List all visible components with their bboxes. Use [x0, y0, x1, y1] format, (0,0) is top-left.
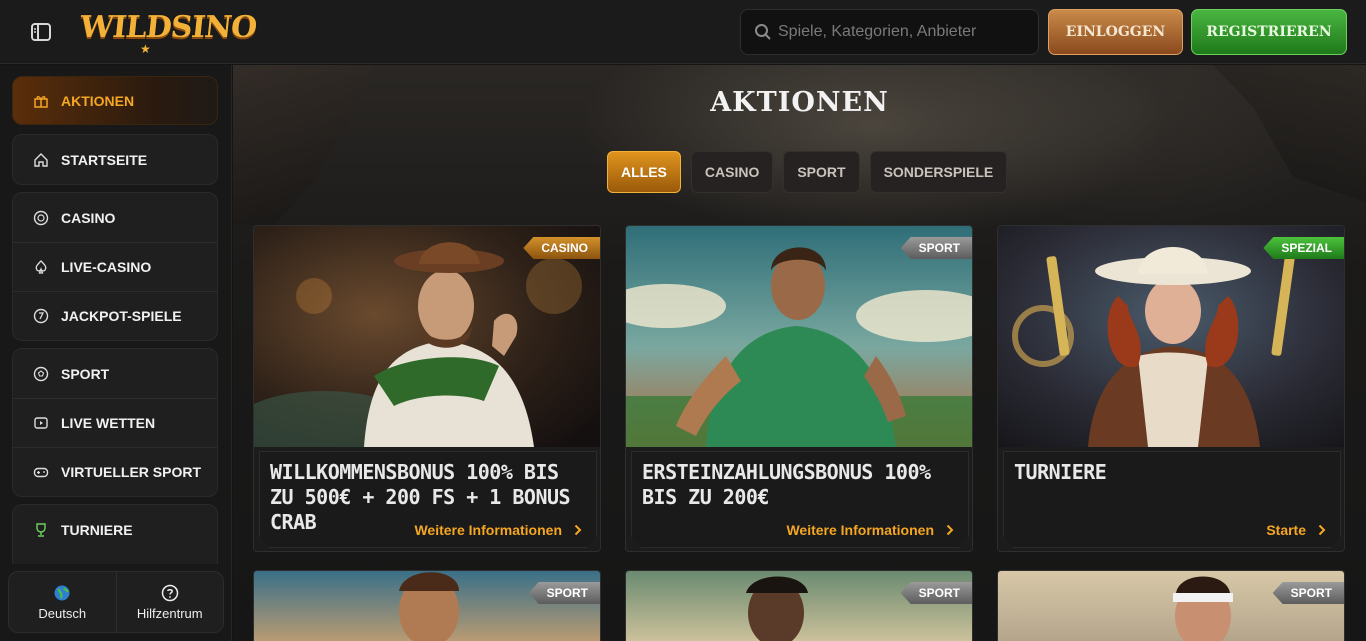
sidebar-item-live-wetten[interactable]: LIVE WETTEN	[13, 398, 217, 447]
sidebar-footer: Deutsch Hilfzentrum	[8, 571, 224, 633]
wildsino-logo[interactable]: WILDSINO ★	[78, 10, 258, 56]
sidebar-item-label: LIVE WETTEN	[61, 415, 156, 431]
sidebar-item-label: TURNIERE	[61, 521, 133, 538]
tennis-player-image	[1173, 576, 1233, 641]
page-title: AKTIONEN	[710, 87, 889, 118]
category-badge: SPORT	[900, 237, 972, 259]
category-badge: SPEZIAL	[1263, 237, 1344, 259]
register-button[interactable]: REGISTRIEREN	[1191, 9, 1347, 55]
chevron-right-icon	[574, 524, 582, 536]
promo-card[interactable]: SPORT	[253, 570, 601, 641]
nav-group-home: STARTSEITE	[12, 134, 218, 185]
sidebar-item-label: SPORT	[61, 365, 110, 382]
start-link[interactable]: Starte	[1266, 522, 1326, 538]
ball-icon	[33, 366, 49, 381]
sidebar: AKTIONEN STARTSEITE CASINO LIVE-CASINO J…	[0, 65, 232, 641]
nav-group-casino: CASINO LIVE-CASINO JACKPOT-SPIELE	[12, 192, 218, 341]
main-content: AKTIONEN ALLES CASINO SPORT SONDERSPIELE	[233, 65, 1366, 641]
help-icon	[161, 584, 178, 601]
cowboy-casino-image	[254, 226, 600, 461]
card-body: ERSTEINZAHLUNGSBONUS 100% BIS ZU 200€ We…	[631, 451, 969, 548]
category-badge: SPORT	[900, 582, 972, 604]
more-info-link[interactable]: Weitere Informationen	[786, 522, 954, 538]
card-title: ERSTEINZAHLUNGSBONUS 100% BIS ZU 200€	[642, 460, 931, 509]
promo-card[interactable]: SPEZIAL TURNIERE Starte	[997, 225, 1345, 552]
link-label: Starte	[1266, 522, 1306, 538]
gift-icon	[34, 95, 48, 108]
sidebar-item-sport[interactable]: SPORT	[13, 349, 217, 398]
sidebar-item-label: LIVE-CASINO	[61, 259, 152, 275]
help-label: Hilfzentrum	[136, 605, 203, 621]
cowgirl-revolver-image	[998, 226, 1344, 447]
sport-player-image	[399, 572, 459, 641]
sidebar-item-label: CASINO	[61, 209, 116, 226]
sidebar-item-casino[interactable]: CASINO	[13, 193, 217, 242]
filter-tab-alles[interactable]: ALLES	[607, 151, 681, 193]
sidebar-item-label: VIRTUELLER SPORT	[61, 464, 202, 480]
home-icon	[34, 152, 48, 167]
login-button[interactable]: EINLOGGEN	[1048, 9, 1183, 55]
search-box[interactable]	[740, 9, 1039, 55]
link-label: Weitere Informationen	[414, 522, 562, 538]
filter-tab-casino[interactable]: CASINO	[690, 151, 774, 193]
globe-icon	[54, 585, 70, 600]
sidebar-item-label: AKTIONEN	[61, 92, 135, 109]
category-badge: CASINO	[523, 237, 600, 259]
background-rock	[1213, 65, 1366, 205]
filter-tabs: ALLES CASINO SPORT SONDERSPIELE	[607, 151, 1008, 193]
sport-player-image	[746, 576, 808, 641]
filter-tab-sport[interactable]: SPORT	[783, 151, 860, 193]
card-body: TURNIERE Starte	[1003, 451, 1341, 548]
nav-group-turniere: TURNIERE	[12, 504, 218, 564]
language-label: Deutsch	[38, 605, 87, 621]
top-header: WILDSINO ★ EINLOGGEN REGISTRIEREN	[0, 0, 1366, 64]
card-body: WILLKOMMENSBONUS 100% BIS ZU 500€ + 200 …	[259, 451, 597, 548]
football-player-image	[626, 226, 972, 447]
nav-group-sport: SPORT LIVE WETTEN VIRTUELLER SPORT	[12, 348, 218, 497]
search-icon	[755, 24, 771, 40]
sidebar-item-jackpot-spiele[interactable]: JACKPOT-SPIELE	[13, 291, 217, 340]
trophy-icon	[36, 522, 46, 537]
logo-star-icon: ★	[140, 42, 151, 56]
sidebar-item-live-casino[interactable]: LIVE-CASINO	[13, 242, 217, 291]
promo-card[interactable]: CASINO WILLKOMMENSBONUS 100% BIS ZU 500€…	[253, 225, 601, 552]
promo-card[interactable]: SPORT	[997, 570, 1345, 641]
sidebar-item-aktionen[interactable]: AKTIONEN	[12, 76, 218, 125]
sidebar-toggle-icon[interactable]	[30, 21, 52, 43]
category-badge: SPORT	[1272, 582, 1344, 604]
help-center-button[interactable]: Hilfzentrum	[115, 572, 224, 632]
chip-icon	[33, 210, 49, 225]
language-button[interactable]: Deutsch	[9, 572, 116, 632]
promo-card[interactable]: SPORT	[625, 570, 973, 641]
sidebar-item-label: JACKPOT-SPIELE	[61, 308, 182, 324]
logo-text: WILDSINO	[78, 10, 258, 45]
sidebar-item-label: STARTSEITE	[61, 151, 148, 168]
more-info-link[interactable]: Weitere Informationen	[414, 522, 582, 538]
promo-card[interactable]: SPORT ERSTEINZAHLUNGSBONUS 100% BIS ZU 2…	[625, 225, 973, 552]
sidebar-item-virtueller-sport[interactable]: VIRTUELLER SPORT	[13, 447, 217, 496]
spade-icon	[35, 260, 47, 274]
link-label: Weitere Informationen	[786, 522, 934, 538]
chevron-right-icon	[946, 524, 954, 536]
category-badge: SPORT	[528, 582, 600, 604]
card-title: TURNIERE	[1014, 460, 1107, 484]
gamepad-icon	[33, 467, 49, 478]
sidebar-item-turniere[interactable]: TURNIERE	[13, 505, 217, 554]
filter-tab-sonderspiele[interactable]: SONDERSPIELE	[869, 151, 1008, 193]
chevron-right-icon	[1318, 524, 1326, 536]
jackpot-icon	[33, 308, 49, 324]
search-input[interactable]	[778, 10, 1033, 54]
live-play-icon	[34, 417, 48, 429]
sidebar-item-startseite[interactable]: STARTSEITE	[13, 135, 217, 184]
